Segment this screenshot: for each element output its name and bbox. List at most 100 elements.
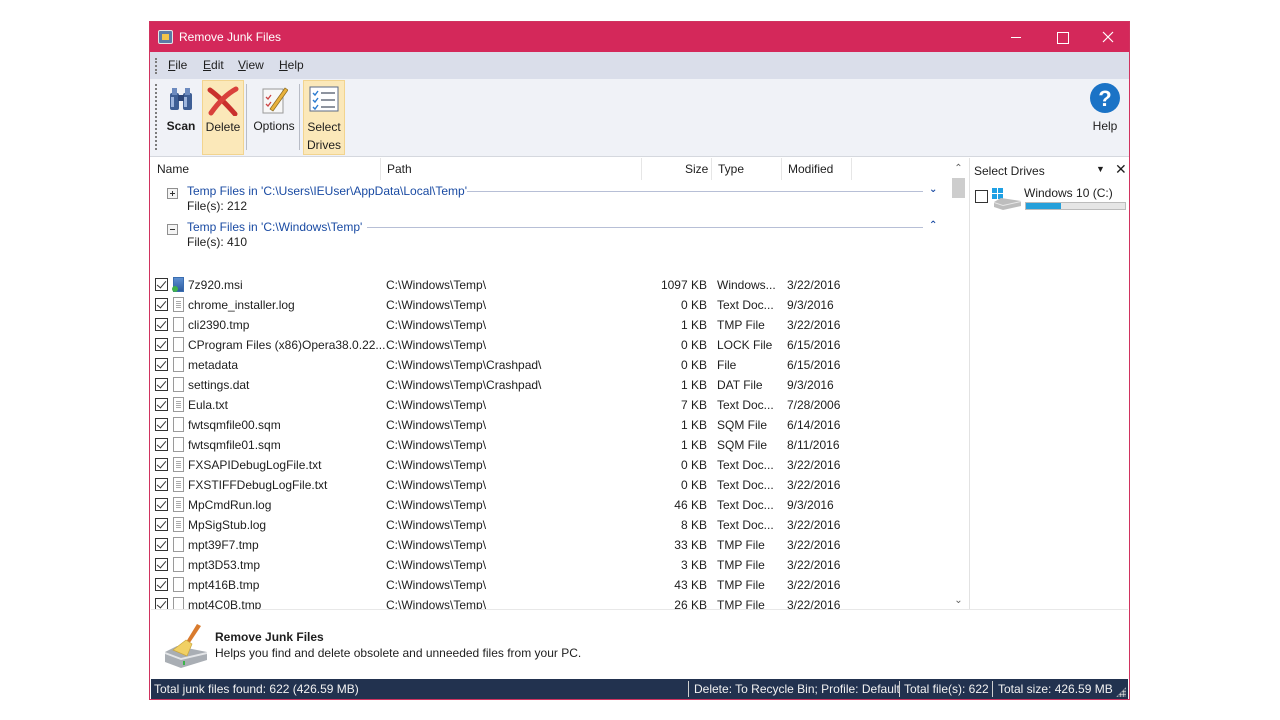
scroll-up-icon[interactable]: ⌃ <box>950 160 967 177</box>
file-checkbox[interactable] <box>155 318 168 331</box>
file-checkbox[interactable] <box>155 338 168 351</box>
expand-icon[interactable] <box>167 188 178 199</box>
svg-text:?: ? <box>1098 86 1111 111</box>
panel-dropdown-icon[interactable]: ▼ <box>1096 164 1105 174</box>
file-name: MpCmdRun.log <box>188 498 272 512</box>
column-name[interactable]: Name <box>157 162 189 182</box>
file-checkbox[interactable] <box>155 578 168 591</box>
help-button[interactable]: ? Help <box>1085 80 1125 155</box>
file-row[interactable]: mpt39F7.tmp C:\Windows\Temp\ 33 KB TMP File… <box>151 535 950 555</box>
file-type: TMP File <box>717 538 765 552</box>
file-row[interactable]: settings.dat C:\Windows\Temp\Crashpad\ 1 K… <box>151 375 950 395</box>
file-path: C:\Windows\Temp\ <box>386 318 487 332</box>
file-path: C:\Windows\Temp\ <box>386 398 487 412</box>
column-divider[interactable] <box>711 158 712 180</box>
file-type: TMP File <box>717 558 765 572</box>
column-divider[interactable] <box>781 158 782 180</box>
file-checkbox[interactable] <box>155 558 168 571</box>
file-row[interactable]: 7z920.msi C:\Windows\Temp\ 1097 KB Windows.… <box>151 275 950 295</box>
menu-view[interactable]: View <box>238 58 264 72</box>
title-bar: Remove Junk Files <box>150 22 1129 52</box>
close-button[interactable] <box>1085 22 1131 52</box>
panel-close-icon[interactable]: ✕ <box>1115 161 1127 178</box>
column-size[interactable]: Size <box>685 162 708 182</box>
collapse-icon[interactable] <box>167 224 178 235</box>
file-checkbox[interactable] <box>155 398 168 411</box>
menu-edit[interactable]: Edit <box>203 58 224 72</box>
file-checkbox[interactable] <box>155 538 168 551</box>
drive-checkbox[interactable] <box>975 190 988 203</box>
file-row[interactable]: fwtsqmfile00.sqm C:\Windows\Temp\ 1 KB SQM … <box>151 415 950 435</box>
column-divider[interactable] <box>380 158 381 180</box>
options-button[interactable]: Options <box>249 80 299 155</box>
resize-grip[interactable] <box>1116 687 1126 697</box>
file-checkbox[interactable] <box>155 598 168 609</box>
scroll-down-icon[interactable]: ⌄ <box>950 592 967 609</box>
file-checkbox[interactable] <box>155 458 168 471</box>
file-checkbox[interactable] <box>155 278 168 291</box>
file-checkbox[interactable] <box>155 518 168 531</box>
scan-label: Scan <box>166 119 196 133</box>
column-modified[interactable]: Modified <box>788 162 833 182</box>
column-divider[interactable] <box>641 158 642 180</box>
file-row[interactable]: MpSigStub.log C:\Windows\Temp\ 8 KB Text Do… <box>151 515 950 535</box>
status-delete-mode: Delete: To Recycle Bin; Profile: Default <box>694 682 900 696</box>
file-row[interactable]: FXSAPIDebugLogFile.txt C:\Windows\Temp\ 0 … <box>151 455 950 475</box>
minimize-button[interactable] <box>993 22 1039 52</box>
status-divider <box>899 681 900 697</box>
file-modified: 3/22/2016 <box>787 478 841 492</box>
file-icon <box>173 417 184 432</box>
menu-file[interactable]: File <box>168 58 187 72</box>
file-size: 7 KB <box>680 398 707 412</box>
file-size: 3 KB <box>680 558 707 572</box>
file-name: fwtsqmfile01.sqm <box>188 438 281 452</box>
file-type: Text Doc... <box>717 498 774 512</box>
status-total-files: Total file(s): 622 <box>904 682 989 696</box>
drive-item[interactable]: Windows 10 (C:) <box>974 186 1126 214</box>
file-row[interactable]: mpt4C0B.tmp C:\Windows\Temp\ 26 KB TMP File… <box>151 595 950 609</box>
chevron-up-icon[interactable]: ⌃ <box>929 220 937 231</box>
column-path[interactable]: Path <box>387 162 412 182</box>
toolbar-grip[interactable] <box>155 84 157 150</box>
file-row[interactable]: mpt3D53.tmp C:\Windows\Temp\ 3 KB TMP File 3… <box>151 555 950 575</box>
file-checkbox[interactable] <box>155 478 168 491</box>
scrollbar-thumb[interactable] <box>952 178 965 198</box>
select-drives-button[interactable]: Select Drives <box>303 80 345 155</box>
file-checkbox[interactable] <box>155 498 168 511</box>
file-row[interactable]: FXSTIFFDebugLogFile.txt C:\Windows\Temp\ 0… <box>151 475 950 495</box>
maximize-button[interactable] <box>1039 22 1085 52</box>
menu-grip[interactable] <box>155 58 157 74</box>
scan-button[interactable]: Scan <box>162 80 200 155</box>
file-checkbox[interactable] <box>155 418 168 431</box>
status-total-found: Total junk files found: 622 (426.59 MB) <box>154 682 359 696</box>
group-title: Temp Files in 'C:\Windows\Temp' <box>187 220 363 234</box>
file-row[interactable]: Eula.txt C:\Windows\Temp\ 7 KB Text Doc... 7… <box>151 395 950 415</box>
file-checkbox[interactable] <box>155 298 168 311</box>
file-type: DAT File <box>717 378 763 392</box>
file-row[interactable]: mpt416B.tmp C:\Windows\Temp\ 43 KB TMP File… <box>151 575 950 595</box>
file-row[interactable]: cli2390.tmp C:\Windows\Temp\ 1 KB TMP File 3… <box>151 315 950 335</box>
file-name: metadata <box>188 358 239 372</box>
list-scrollbar[interactable]: ⌃ ⌄ <box>950 158 967 609</box>
file-type: Windows... <box>717 278 776 292</box>
file-row[interactable]: chrome_installer.log C:\Windows\Temp\ 0 KB… <box>151 295 950 315</box>
file-name: settings.dat <box>188 378 250 392</box>
file-row[interactable]: fwtsqmfile01.sqm C:\Windows\Temp\ 1 KB SQM … <box>151 435 950 455</box>
chevron-down-icon[interactable]: ⌄ <box>929 184 937 195</box>
file-size: 0 KB <box>680 338 707 352</box>
file-checkbox[interactable] <box>155 438 168 451</box>
column-type[interactable]: Type <box>718 162 744 182</box>
delete-button[interactable]: Delete <box>202 80 244 155</box>
file-row[interactable]: CProgram Files (x86)Opera38.0.22... C:\Wi… <box>151 335 950 355</box>
status-divider <box>992 681 993 697</box>
menu-help-label: elp <box>287 58 304 72</box>
file-row[interactable]: metadata C:\Windows\Temp\Crashpad\ 0 KB Fil… <box>151 355 950 375</box>
menu-help[interactable]: Help <box>279 58 304 72</box>
column-divider[interactable] <box>851 158 852 180</box>
group-header[interactable]: Temp Files in 'C:\Windows\Temp' File(s):… <box>151 217 950 253</box>
group-header[interactable]: Temp Files in 'C:\Users\IEUser\AppData\L… <box>151 181 950 217</box>
file-type: Text Doc... <box>717 518 774 532</box>
file-row[interactable]: MpCmdRun.log C:\Windows\Temp\ 46 KB Text Do… <box>151 495 950 515</box>
file-checkbox[interactable] <box>155 358 168 371</box>
file-checkbox[interactable] <box>155 378 168 391</box>
